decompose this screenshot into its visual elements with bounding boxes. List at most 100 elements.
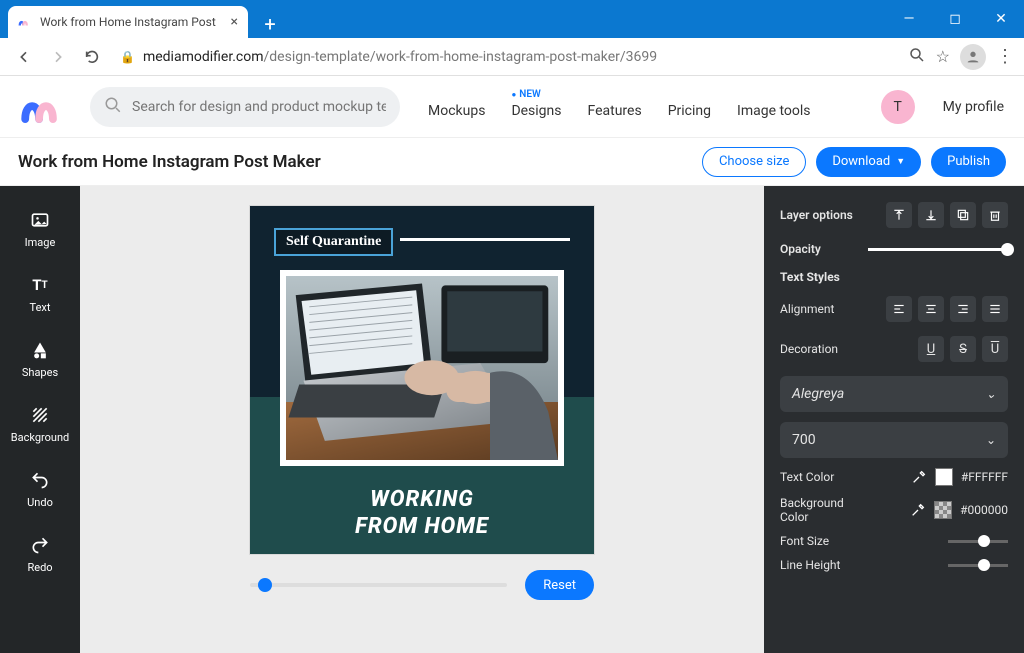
minimize-button[interactable]: — <box>886 0 932 38</box>
editor: Image TTText Shapes Background Undo Redo… <box>0 186 1024 653</box>
lock-icon: 🔒 <box>120 50 135 64</box>
overline-icon[interactable]: U <box>982 336 1008 362</box>
duplicate-icon[interactable] <box>950 202 976 228</box>
download-button[interactable]: Download▼ <box>816 147 921 177</box>
kebab-menu-icon[interactable]: ⋮ <box>996 46 1014 67</box>
left-toolbar: Image TTText Shapes Background Undo Redo <box>0 186 80 653</box>
strikethrough-icon[interactable]: S <box>950 336 976 362</box>
text-styles-heading: Text Styles <box>780 270 1008 284</box>
align-left-icon[interactable] <box>886 296 912 322</box>
eyedropper-icon[interactable] <box>910 502 926 518</box>
reload-button[interactable] <box>78 43 106 71</box>
browser-toolbar: 🔒 mediamodifier.com/design-template/work… <box>0 38 1024 76</box>
align-justify-icon[interactable] <box>982 296 1008 322</box>
font-size-slider[interactable] <box>948 540 1008 543</box>
bg-color-label: Background Color <box>780 496 860 524</box>
browser-tab[interactable]: Work from Home Instagram Post × <box>8 6 248 38</box>
slider-knob[interactable] <box>978 535 990 547</box>
favicon-icon <box>18 15 32 29</box>
page-title-row: Work from Home Instagram Post Maker Choo… <box>0 138 1024 186</box>
layer-options-label: Layer options <box>780 208 853 222</box>
chevron-down-icon: ⌄ <box>986 387 996 401</box>
reset-button[interactable]: Reset <box>525 570 594 600</box>
font-weight-select[interactable]: 700⌄ <box>780 422 1008 458</box>
back-button[interactable] <box>10 43 38 71</box>
chevron-down-icon: ▼ <box>896 156 905 167</box>
decoration-label: Decoration <box>780 342 838 356</box>
nav-mockups[interactable]: Mockups <box>428 103 485 119</box>
background-icon <box>30 405 50 425</box>
nav-image-tools[interactable]: Image tools <box>737 103 811 119</box>
properties-panel: Layer options Opacity Text Styles Alignm… <box>764 186 1024 653</box>
nav-features[interactable]: Features <box>588 103 642 119</box>
canvas-divider-line <box>400 238 570 241</box>
tool-shapes[interactable]: Shapes <box>0 330 80 389</box>
bookmark-icon[interactable]: ☆ <box>936 47 950 66</box>
bg-color-value: #000000 <box>960 503 1008 517</box>
opacity-knob[interactable] <box>1001 243 1014 256</box>
nav-links: Mockups NEW Designs Features Pricing Ima… <box>428 76 811 137</box>
undo-icon <box>30 470 50 490</box>
tool-background[interactable]: Background <box>0 395 80 454</box>
redo-icon <box>30 535 50 555</box>
opacity-label: Opacity <box>780 242 821 256</box>
close-tab-icon[interactable]: × <box>231 14 238 30</box>
profile-chrome-icon[interactable] <box>960 44 986 70</box>
delete-icon[interactable] <box>982 202 1008 228</box>
line-height-label: Line Height <box>780 558 840 572</box>
maximize-button[interactable]: ◻ <box>932 0 978 38</box>
canvas-badge-text[interactable]: Self Quarantine <box>274 228 393 256</box>
publish-button[interactable]: Publish <box>931 147 1006 177</box>
align-right-icon[interactable] <box>950 296 976 322</box>
close-window-button[interactable]: ✕ <box>978 0 1024 38</box>
font-size-label: Font Size <box>780 534 829 548</box>
text-color-value: #FFFFFF <box>961 470 1008 484</box>
choose-size-button[interactable]: Choose size <box>702 147 806 177</box>
underline-icon[interactable]: U <box>918 336 944 362</box>
avatar[interactable]: T <box>881 90 915 124</box>
nav-pricing[interactable]: Pricing <box>668 103 711 119</box>
canvas-photo[interactable] <box>280 270 564 466</box>
forward-button[interactable] <box>44 43 72 71</box>
tool-undo[interactable]: Undo <box>0 460 80 519</box>
window-controls: — ◻ ✕ <box>886 0 1024 38</box>
chevron-down-icon: ⌄ <box>986 433 996 447</box>
zoom-slider[interactable] <box>250 583 507 587</box>
tab-title: Work from Home Instagram Post <box>40 15 223 29</box>
align-bottom-icon[interactable] <box>918 202 944 228</box>
tool-text[interactable]: TTText <box>0 265 80 324</box>
bg-color-swatch[interactable] <box>934 501 952 519</box>
align-top-icon[interactable] <box>886 202 912 228</box>
canvas-headline[interactable]: WORKING FROM HOME <box>250 487 594 540</box>
text-color-swatch[interactable] <box>935 468 953 486</box>
search-icon <box>104 96 122 118</box>
tool-image[interactable]: Image <box>0 200 80 259</box>
profile-link[interactable]: My profile <box>943 99 1004 115</box>
line-height-slider[interactable] <box>948 564 1008 567</box>
nav-designs[interactable]: NEW Designs <box>511 103 561 119</box>
app-header: Mockups NEW Designs Features Pricing Ima… <box>0 76 1024 138</box>
eyedropper-icon[interactable] <box>911 469 927 485</box>
alignment-label: Alignment <box>780 302 834 316</box>
zoom-slider-knob[interactable] <box>258 578 272 592</box>
text-color-label: Text Color <box>780 470 834 484</box>
logo-icon[interactable] <box>20 87 72 127</box>
page-title: Work from Home Instagram Post Maker <box>18 152 692 172</box>
search-input[interactable] <box>132 99 386 115</box>
align-center-icon[interactable] <box>918 296 944 322</box>
search-field[interactable] <box>90 87 400 127</box>
opacity-slider[interactable] <box>868 248 1008 251</box>
image-icon <box>30 210 50 230</box>
font-family-select[interactable]: Alegreya⌄ <box>780 376 1008 412</box>
tool-redo[interactable]: Redo <box>0 525 80 584</box>
new-tab-button[interactable]: + <box>256 10 284 38</box>
zoom-controls: Reset <box>250 570 594 600</box>
slider-knob[interactable] <box>978 559 990 571</box>
address-bar[interactable]: 🔒 mediamodifier.com/design-template/work… <box>112 43 902 71</box>
canvas-area: Self Quarantine <box>80 186 764 653</box>
text-icon: TT <box>30 275 50 295</box>
design-canvas[interactable]: Self Quarantine <box>250 206 594 554</box>
new-badge: NEW <box>511 89 540 100</box>
search-in-page-icon[interactable] <box>908 46 926 68</box>
url-text: mediamodifier.com/design-template/work-f… <box>143 49 657 65</box>
